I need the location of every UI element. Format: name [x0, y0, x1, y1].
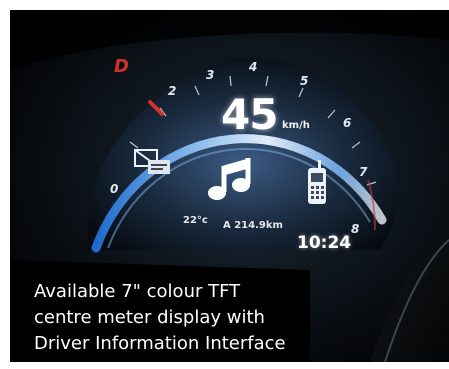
dashboard-photo: 0 2 3 4 5 6 7 8 D 45 km/h 22°c A 214.9km…	[10, 10, 449, 362]
tach-tick-6: 6	[343, 116, 352, 130]
caption-line-1: Available 7" colour TFT	[34, 281, 241, 302]
tach-tick-8: 8	[351, 222, 360, 236]
tach-tick-4: 4	[249, 60, 258, 74]
tach-tick-2: 2	[168, 84, 177, 98]
tach-tick-3: 3	[206, 68, 215, 82]
speed-readout: 45	[221, 90, 278, 139]
trip-odometer: A 214.9km	[223, 220, 283, 231]
tach-tick-5: 5	[300, 74, 309, 88]
outside-temperature: 22°c	[183, 215, 208, 226]
tach-tick-0: 0	[110, 182, 119, 196]
caption-line-2: centre meter display with	[34, 307, 265, 328]
clock: 10:24	[297, 233, 352, 253]
tach-tick-7: 7	[359, 165, 368, 179]
gear-indicator: D	[114, 56, 129, 77]
caption-line-3: Driver Information Interface	[34, 333, 286, 354]
caption: Available 7" colour TFT centre meter dis…	[34, 279, 434, 357]
speed-unit: km/h	[282, 120, 310, 131]
